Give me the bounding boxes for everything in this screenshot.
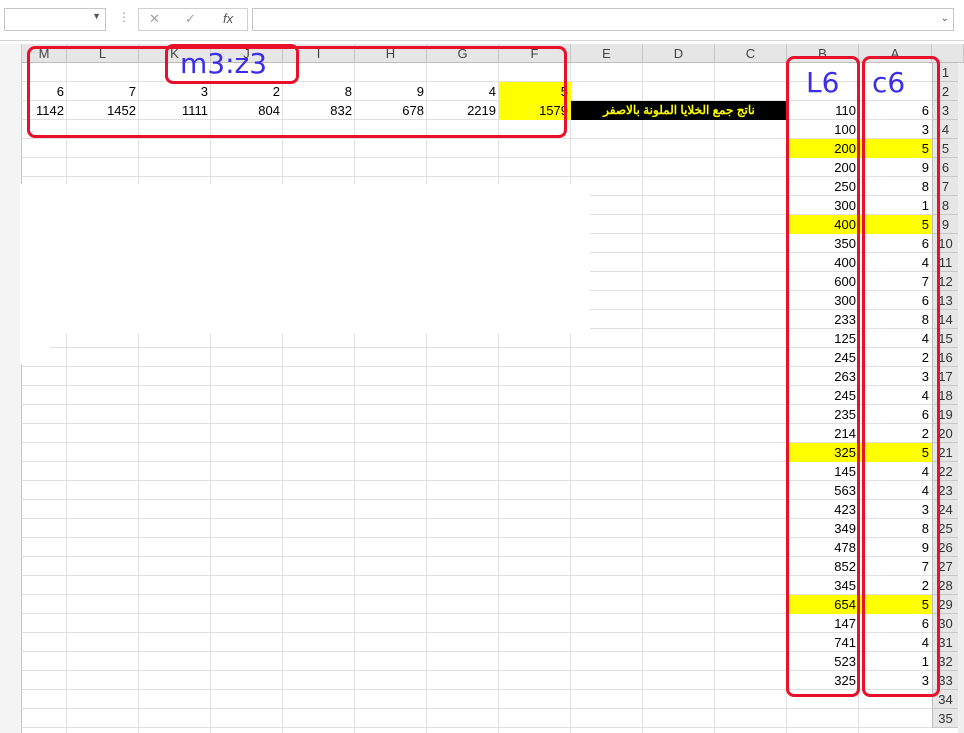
chevron-down-icon[interactable]: ▼ [92, 11, 101, 21]
annotation-box-col-a [862, 56, 940, 697]
row-header-35[interactable]: 35 [932, 709, 958, 728]
formula-buttons: ✕ ✓ fx [138, 8, 248, 31]
gridline-col [642, 63, 643, 733]
gridline-col [210, 63, 211, 733]
gridline-col [426, 63, 427, 733]
column-header-c[interactable]: C [715, 44, 787, 63]
result-label-cell[interactable]: ناتج جمع الخلايا الملونة بالاصفر [571, 101, 787, 120]
scrollbar-left[interactable] [0, 44, 22, 733]
close-icon[interactable]: ✕ [149, 11, 160, 27]
gridline-col [66, 63, 67, 733]
blank-area [20, 284, 50, 364]
column-header-d[interactable]: D [643, 44, 715, 63]
annotation-col-b-label: L6 [806, 66, 840, 99]
gridline-col [282, 63, 283, 733]
annotation-range-label: m3:z3 [180, 47, 268, 80]
insert-function-button[interactable]: fx [223, 11, 233, 26]
name-box[interactable]: ▼ [4, 8, 106, 31]
annotation-box-col-b [786, 56, 860, 697]
annotation-col-a-label: c6 [872, 66, 906, 99]
more-icon: ⋮ [118, 10, 130, 24]
gridline-col [138, 63, 139, 733]
gridline-row [22, 727, 932, 728]
column-header-e[interactable]: E [571, 44, 643, 63]
check-icon[interactable]: ✓ [185, 11, 196, 27]
gridline-col [570, 63, 571, 733]
formula-input[interactable]: ⌄ [252, 8, 954, 31]
formula-bar: ▼ ⋮ ✕ ✓ fx ⌄ [0, 0, 964, 41]
blank-area [20, 184, 590, 334]
scrollbar-vertical[interactable] [958, 63, 964, 733]
gridline-col [498, 63, 499, 733]
chevron-down-icon[interactable]: ⌄ [941, 13, 949, 24]
gridline-col [714, 63, 715, 733]
gridline-row [22, 708, 932, 709]
gridline-col [354, 63, 355, 733]
